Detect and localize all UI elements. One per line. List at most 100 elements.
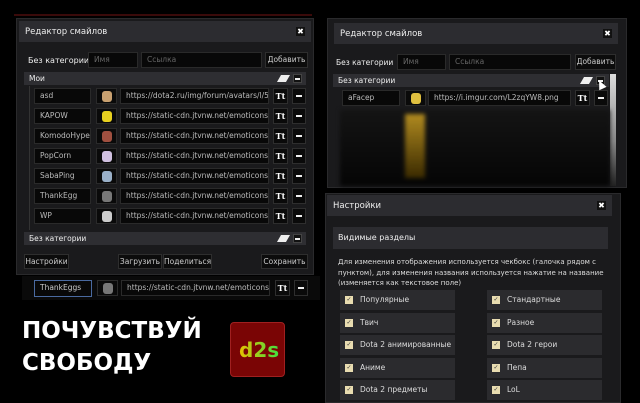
section-label[interactable]: Пепа <box>507 363 527 372</box>
remove-button[interactable] <box>294 280 308 296</box>
tree-line <box>29 86 30 230</box>
smile-name-input[interactable]: KAPOW <box>34 108 91 124</box>
smile-url-input[interactable]: https://static-cdn.jtvnw.net/emoticons/v <box>120 208 269 224</box>
smile-url-input[interactable]: https://static-cdn.jtvnw.net/emoticons/v <box>120 168 269 184</box>
text-mode-button[interactable]: Tt <box>273 188 288 204</box>
section-toggle[interactable]: ✓ Твич <box>340 312 455 333</box>
share-button[interactable]: Поделиться <box>163 254 212 269</box>
checkbox-checked-icon[interactable]: ✓ <box>492 363 500 372</box>
remove-button[interactable] <box>292 108 306 124</box>
smile-preview <box>96 208 117 224</box>
section-label[interactable]: Dota 2 предметы <box>360 385 427 394</box>
section-toggle[interactable]: ✓ Пепа <box>487 357 602 378</box>
upload-button[interactable]: Загрузить <box>118 254 162 269</box>
section-label[interactable]: Твич <box>360 318 378 327</box>
smile-name-input[interactable]: SabaPing <box>34 168 91 184</box>
dragged-url-input[interactable]: https://static-cdn.jtvnw.net/emoticons/v <box>121 280 270 296</box>
smile-url-input[interactable]: https://static-cdn.jtvnw.net/emoticons/v <box>120 108 269 124</box>
checkbox-checked-icon[interactable]: ✓ <box>492 386 500 394</box>
smile-url-input[interactable]: https://dota2.ru/img/forum/avatars/l/57 <box>120 88 269 104</box>
slogan-line-2: СВОБОДУ <box>22 350 152 376</box>
category-name: Мои <box>29 74 45 83</box>
text-mode-button[interactable]: Tt <box>273 208 288 224</box>
section-toggle[interactable]: ✓ Популярные <box>340 290 455 310</box>
close-icon[interactable]: ✖ <box>603 29 612 38</box>
section-label[interactable]: LoL <box>507 385 520 394</box>
remove-button[interactable] <box>292 208 306 224</box>
checkbox-checked-icon[interactable]: ✓ <box>345 363 353 372</box>
text-mode-button[interactable]: Tt <box>273 108 288 124</box>
add-button[interactable]: Добавить <box>575 54 616 70</box>
text-mode-button[interactable]: Tt <box>273 128 288 144</box>
smile-preview <box>97 280 118 296</box>
title-bar: Настройки ✖ <box>327 195 612 216</box>
checkbox-checked-icon[interactable]: ✓ <box>345 318 353 327</box>
section-toggle[interactable]: ✓ Dota 2 анимированные <box>340 335 455 355</box>
dragged-name-input[interactable]: ThankEggs <box>34 280 92 297</box>
section-label[interactable]: Стандартные <box>507 295 560 304</box>
checkbox-checked-icon[interactable]: ✓ <box>492 318 500 327</box>
text-mode-button[interactable]: Tt <box>273 148 288 164</box>
smile-url-input[interactable]: https://static-cdn.jtvnw.net/emoticons/v <box>120 148 269 164</box>
link-input[interactable]: Ссылка <box>449 54 571 70</box>
smile-image <box>102 151 112 162</box>
smile-name-input[interactable]: WP <box>34 208 91 224</box>
close-icon[interactable]: ✖ <box>296 27 305 36</box>
section-label[interactable]: Разное <box>507 318 534 327</box>
smile-name-input[interactable]: KomodoHype <box>34 128 91 144</box>
collapse-icon[interactable] <box>293 234 302 243</box>
name-input[interactable]: Имя <box>397 54 446 70</box>
checkbox-checked-icon[interactable]: ✓ <box>492 296 500 304</box>
smile-name-input[interactable]: asd <box>34 88 91 104</box>
eraser-icon[interactable] <box>276 235 291 242</box>
name-input[interactable]: Имя <box>88 52 138 68</box>
category-header[interactable]: Без категории <box>333 74 609 87</box>
remove-button[interactable] <box>292 168 306 184</box>
smile-preview <box>96 128 117 144</box>
eraser-icon[interactable] <box>579 77 594 84</box>
section-label[interactable]: Популярные <box>360 295 409 304</box>
smile-image <box>411 93 421 104</box>
settings-button[interactable]: Настройки <box>24 254 69 269</box>
collapse-icon[interactable] <box>293 74 302 83</box>
section-toggle[interactable]: ✓ Dota 2 герои <box>487 335 602 355</box>
section-toggle[interactable]: ✓ Аниме <box>340 357 455 378</box>
section-label[interactable]: Dota 2 анимированные <box>360 340 451 349</box>
category-header-mine[interactable]: Мои <box>24 72 306 85</box>
smile-name-input[interactable]: aFacep <box>342 90 400 106</box>
checkbox-checked-icon[interactable]: ✓ <box>345 386 353 394</box>
scrollbar[interactable] <box>610 74 616 186</box>
close-icon[interactable]: ✖ <box>597 201 606 210</box>
remove-button[interactable] <box>594 90 608 106</box>
add-button[interactable]: Добавить <box>265 52 308 68</box>
checkbox-checked-icon[interactable]: ✓ <box>492 341 500 349</box>
category-header-uncategorized[interactable]: Без категории <box>24 232 306 245</box>
checkbox-checked-icon[interactable]: ✓ <box>345 341 353 349</box>
remove-button[interactable] <box>292 188 306 204</box>
section-label[interactable]: Аниме <box>360 363 385 372</box>
remove-button[interactable] <box>292 88 306 104</box>
save-button[interactable]: Сохранить <box>261 254 308 269</box>
remove-button[interactable] <box>292 128 306 144</box>
slogan-line-1: ПОЧУВСТВУЙ <box>22 318 202 344</box>
smile-name-input[interactable]: ThankEgg <box>34 188 91 204</box>
remove-button[interactable] <box>292 148 306 164</box>
smile-image <box>103 283 113 294</box>
smile-url-input[interactable]: https://static-cdn.jtvnw.net/emoticons/v <box>120 128 269 144</box>
link-input[interactable]: Ссылка <box>141 52 262 68</box>
text-mode-button[interactable]: Tt <box>275 280 290 296</box>
section-toggle[interactable]: ✓ Dota 2 предметы <box>340 380 455 400</box>
eraser-icon[interactable] <box>276 75 291 82</box>
text-mode-button[interactable]: Tt <box>273 88 288 104</box>
text-mode-button[interactable]: Tt <box>575 90 590 106</box>
smile-name-input[interactable]: PopCorn <box>34 148 91 164</box>
section-label[interactable]: Dota 2 герои <box>507 340 557 349</box>
section-toggle[interactable]: ✓ Стандартные <box>487 290 602 310</box>
smile-url-input[interactable]: https://static-cdn.jtvnw.net/emoticons/v <box>120 188 269 204</box>
checkbox-checked-icon[interactable]: ✓ <box>345 296 353 304</box>
text-mode-button[interactable]: Tt <box>273 168 288 184</box>
section-toggle[interactable]: ✓ Разное <box>487 312 602 333</box>
smile-preview <box>96 168 117 184</box>
smile-url-input[interactable]: https://i.imgur.com/L2zqYW8.png <box>428 90 571 106</box>
section-toggle[interactable]: ✓ LoL <box>487 380 602 400</box>
